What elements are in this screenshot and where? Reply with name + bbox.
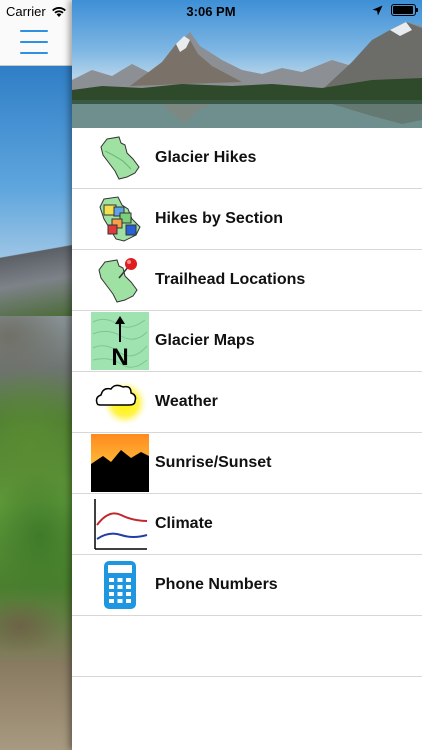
menu-item-sunrise-sunset[interactable]: Sunrise/Sunset <box>72 433 422 494</box>
section-map-icon <box>91 190 149 248</box>
side-drawer: Glacier Hikes Hikes by Section Trailhead… <box>72 0 422 750</box>
hamburger-menu-icon[interactable] <box>20 30 48 54</box>
north-arrow-map-icon: N <box>91 312 149 370</box>
menu-item-label: Hikes by Section <box>155 210 284 227</box>
menu-item-trailhead-locations[interactable]: Trailhead Locations <box>72 250 422 311</box>
menu-item-glacier-maps[interactable]: N Glacier Maps <box>72 311 422 372</box>
background-scenery-image <box>0 66 80 750</box>
menu-item-weather[interactable]: Weather <box>72 372 422 433</box>
menu-item-label: Trailhead Locations <box>155 271 306 288</box>
cloud-sun-icon <box>91 373 149 431</box>
map-pin-icon <box>91 251 149 309</box>
location-arrow-icon <box>372 5 383 15</box>
drawer-menu-list: Glacier Hikes Hikes by Section Trailhead… <box>72 128 422 677</box>
status-bar: Carrier 3:06 PM <box>0 0 422 22</box>
sunset-mountain-icon <box>91 434 149 492</box>
menu-item-label: Sunrise/Sunset <box>155 454 272 471</box>
menu-item-hikes-by-section[interactable]: Hikes by Section <box>72 189 422 250</box>
empty-row <box>72 616 422 677</box>
menu-item-label: Glacier Maps <box>155 332 255 349</box>
menu-item-glacier-hikes[interactable]: Glacier Hikes <box>72 128 422 189</box>
status-time: 3:06 PM <box>186 4 236 19</box>
climate-chart-icon <box>91 495 149 553</box>
calculator-phone-icon <box>91 556 149 614</box>
menu-item-label: Weather <box>155 393 218 410</box>
battery-icon <box>391 4 418 16</box>
menu-item-phone-numbers[interactable]: Phone Numbers <box>72 555 422 616</box>
park-map-icon <box>91 129 149 187</box>
svg-text:N: N <box>111 344 128 370</box>
menu-item-label: Climate <box>155 515 213 532</box>
menu-item-label: Phone Numbers <box>155 576 278 593</box>
menu-item-label: Glacier Hikes <box>155 149 257 166</box>
menu-item-climate[interactable]: Climate <box>72 494 422 555</box>
